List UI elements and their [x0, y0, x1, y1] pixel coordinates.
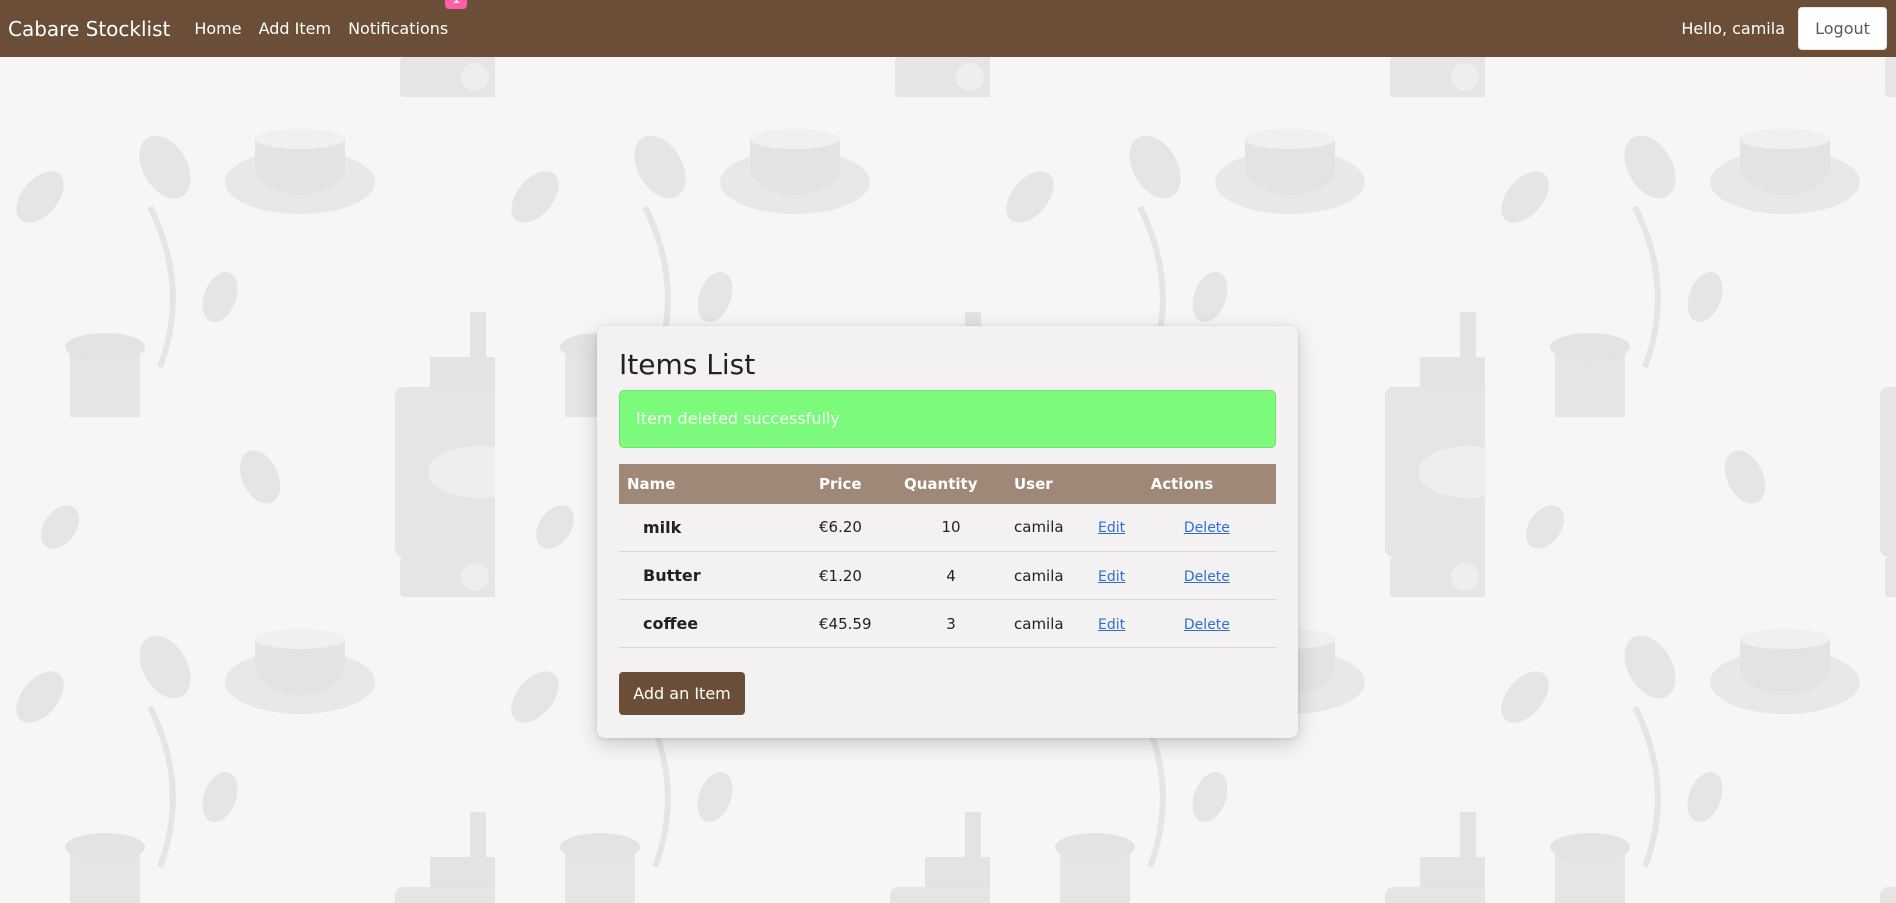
table-row: Butter €1.20 4 camila Edit Delete: [619, 552, 1276, 600]
item-actions: Edit Delete: [1088, 600, 1276, 648]
item-quantity: 10: [941, 518, 961, 537]
nav-notifications-link[interactable]: Notifications 1: [348, 0, 468, 38]
item-actions: Edit Delete: [1088, 552, 1276, 600]
item-user: camila: [1014, 566, 1064, 585]
column-header-user: User: [1014, 474, 1053, 493]
brand-link[interactable]: Cabare Stocklist: [8, 17, 170, 41]
item-name: milk: [643, 517, 682, 537]
item-quantity: 4: [946, 566, 956, 585]
item-quantity: 3: [946, 614, 956, 633]
delete-link[interactable]: Delete: [1184, 569, 1230, 585]
nav-home-link[interactable]: Home: [194, 19, 241, 38]
delete-link[interactable]: Delete: [1184, 520, 1230, 536]
table-row: coffee €45.59 3 camila Edit Delete: [619, 600, 1276, 648]
notifications-label: Notifications: [348, 19, 449, 38]
table-header-row: Name Price Quantity User Actions: [619, 463, 1276, 504]
column-header-actions: Actions: [1150, 474, 1214, 493]
items-card: Items List Item deleted successfully Nam…: [597, 326, 1298, 738]
column-header-price: Price: [819, 474, 862, 493]
logout-button[interactable]: Logout: [1798, 7, 1887, 50]
item-user: camila: [1014, 518, 1064, 537]
delete-link[interactable]: Delete: [1184, 617, 1230, 633]
notification-count-badge: 1: [445, 0, 468, 9]
items-table: Name Price Quantity User Actions milk €6…: [619, 463, 1276, 649]
edit-link[interactable]: Edit: [1098, 569, 1125, 585]
item-price: €45.59: [819, 614, 872, 633]
nav-add-item-link[interactable]: Add Item: [259, 19, 331, 38]
column-header-quantity: Quantity: [904, 474, 978, 493]
user-area: Hello, camila Logout: [1681, 7, 1896, 50]
item-name: coffee: [643, 614, 699, 634]
item-price: €6.20: [819, 518, 862, 537]
item-user: camila: [1014, 614, 1064, 633]
top-navbar: Cabare Stocklist Home Add Item Notificat…: [0, 0, 1896, 57]
item-name: Butter: [643, 566, 701, 586]
user-greeting: Hello, camila: [1681, 19, 1785, 38]
item-actions: Edit Delete: [1088, 504, 1276, 552]
table-row: milk €6.20 10 camila Edit Delete: [619, 504, 1276, 552]
edit-link[interactable]: Edit: [1098, 520, 1125, 536]
page-title: Items List: [619, 348, 756, 381]
edit-link[interactable]: Edit: [1098, 617, 1125, 633]
column-header-name: Name: [627, 474, 676, 493]
success-alert: Item deleted successfully: [619, 389, 1276, 448]
add-item-button[interactable]: Add an Item: [619, 672, 745, 716]
item-price: €1.20: [819, 566, 862, 585]
